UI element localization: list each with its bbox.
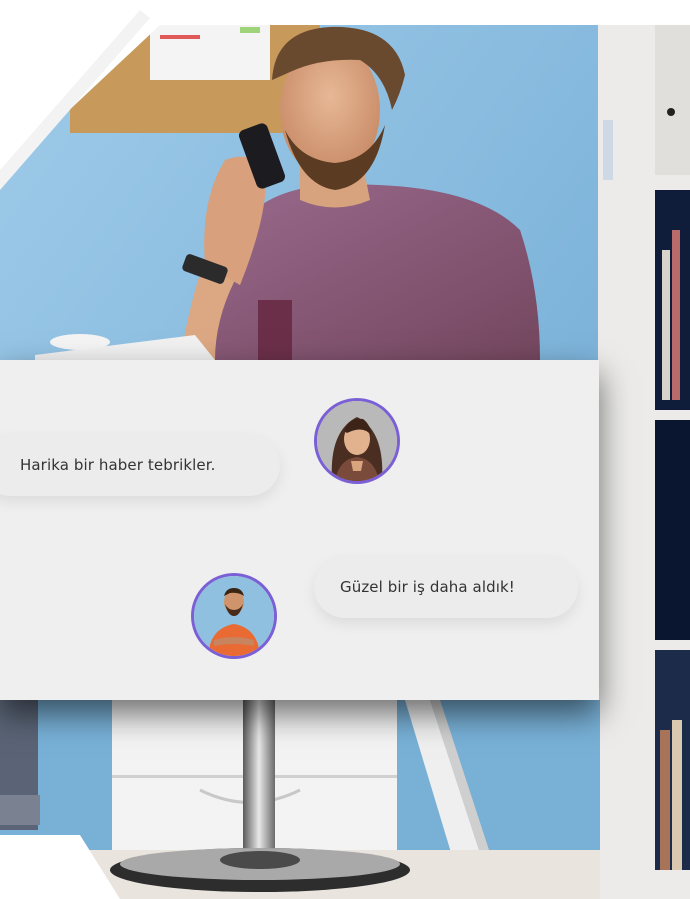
- message-text: Güzel bir iş daha aldık!: [340, 578, 515, 596]
- man-avatar-icon: [194, 576, 274, 656]
- avatar-woman: [314, 398, 400, 484]
- message-text: Harika bir haber tebrikler.: [20, 456, 216, 474]
- chat-panel: Harika bir haber tebrikler. Güzel bir iş…: [0, 360, 599, 700]
- chat-bubble-received: Harika bir haber tebrikler.: [0, 434, 280, 496]
- avatar-man: [191, 573, 277, 659]
- woman-avatar-icon: [317, 401, 397, 481]
- chat-bubble-sent: Güzel bir iş daha aldık!: [314, 556, 578, 618]
